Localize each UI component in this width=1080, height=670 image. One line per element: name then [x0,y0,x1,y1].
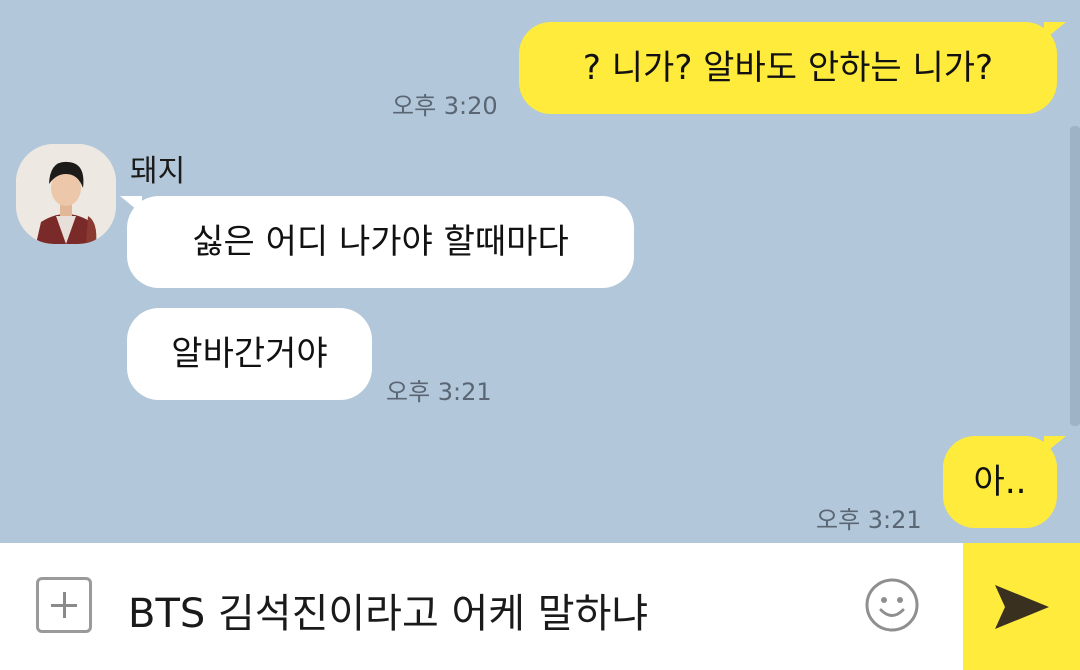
message-text: 싫은 어디 나가야 할때마다 [192,222,569,262]
send-button[interactable] [963,543,1080,670]
message-text: 알바간거야 [171,334,328,374]
incoming-message-bubble[interactable]: 싫은 어디 나가야 할때마다 [127,196,634,288]
smiley-icon[interactable] [864,577,920,633]
bubble-tail [120,196,142,214]
send-arrow-icon [994,584,1049,629]
message-input-bar: BTS 김석진이라고 어케 말하냐 [0,543,1080,670]
sender-name: 돼지 [130,154,186,189]
incoming-message-bubble[interactable]: 알바간거야 [127,308,372,400]
message-timestamp: 오후 3:20 [392,92,498,120]
profile-photo-icon [16,144,116,244]
message-timestamp: 오후 3:21 [816,506,922,534]
outgoing-message-bubble[interactable]: 아.. [943,436,1057,528]
plus-square-icon[interactable] [36,577,92,633]
scrollbar[interactable] [1070,126,1080,426]
avatar[interactable] [16,144,116,244]
outgoing-message-bubble[interactable]: ? 니가? 알바도 안하는 니가? [519,22,1057,114]
message-timestamp: 오후 3:21 [386,378,492,406]
message-text: ? 니가? 알바도 안하는 니가? [582,48,994,88]
chat-message-list[interactable]: ? 니가? 알바도 안하는 니가? 오후 3:20 돼지 싫은 어디 나가야 할… [0,0,1080,543]
message-text: 아.. [973,462,1027,502]
bubble-tail [1044,436,1066,454]
bubble-tail [1044,22,1066,40]
message-input[interactable]: BTS 김석진이라고 어케 말하냐 [128,581,648,639]
